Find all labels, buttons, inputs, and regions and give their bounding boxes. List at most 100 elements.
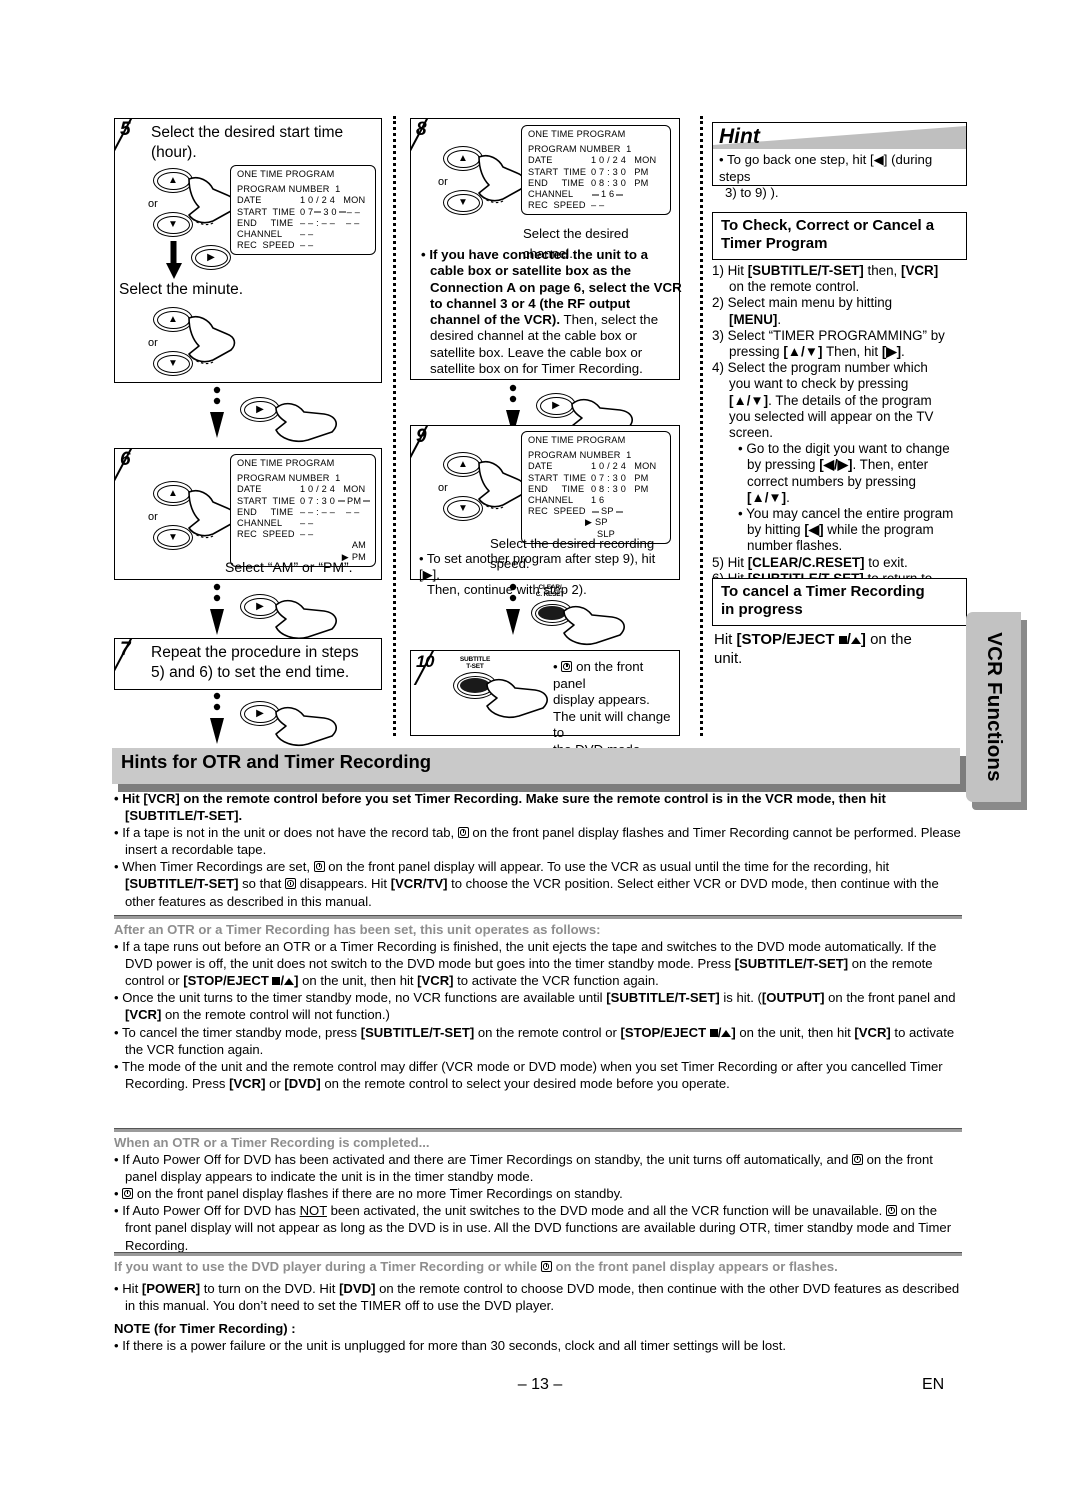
clock-icon bbox=[122, 1188, 134, 1200]
osd-start-time-label: START TIME bbox=[237, 495, 296, 506]
dvd-during-heading: If you want to use the DVD player during… bbox=[114, 1259, 838, 1274]
clock-icon bbox=[457, 827, 469, 839]
check-list-item-5: 5) Hit [CLEAR/C.RESET] to exit. bbox=[712, 554, 908, 570]
cancel-heading-line2: in progress bbox=[721, 601, 803, 618]
osd-channel-label: CHANNEL bbox=[237, 229, 283, 240]
osd-channel-value-flashing: 1 6 bbox=[601, 189, 615, 200]
clear-reset-label-line1: CLEAR/ bbox=[538, 584, 562, 591]
step-7-number: 7 bbox=[120, 639, 131, 660]
completed-heading: When an OTR or a Timer Recording is comp… bbox=[114, 1135, 430, 1150]
osd-start-hour: 0 7 bbox=[300, 206, 314, 217]
osd-program-number-label: PROGRAM NUMBER bbox=[528, 450, 621, 461]
hand-pointer-icon-after-7 bbox=[275, 706, 337, 747]
stop-square-icon bbox=[838, 636, 847, 644]
osd-screen-step5: ONE TIME PROGRAM PROGRAM NUMBER 1 DATE 1 … bbox=[230, 165, 376, 256]
osd-end-time-row: END TIME – – : – – – – bbox=[237, 218, 370, 229]
triangle-right-icon: ▶ bbox=[552, 399, 560, 411]
after-bullet-1: • If a tape runs out before an OTR or a … bbox=[114, 939, 937, 989]
triangle-down-icon: ▼ bbox=[168, 531, 178, 543]
step-9-note-line1: • To set another program after step 9), … bbox=[419, 551, 656, 582]
osd-rec-speed-row: REC SPEED SP bbox=[528, 506, 665, 517]
triangle-down-icon: ▼ bbox=[168, 218, 178, 230]
triangle-right-icon: ▶ bbox=[256, 403, 264, 415]
clock-icon bbox=[561, 661, 573, 672]
completed-bullet-2: • on the front panel display flashes if … bbox=[114, 1186, 623, 1202]
osd-end-time-label: END TIME bbox=[237, 217, 294, 228]
osd-start-time-label: START TIME bbox=[528, 472, 587, 483]
cancel-body-line1: Hit [STOP/EJECT /] on the bbox=[714, 631, 912, 648]
note-heading: NOTE (for Timer Recording) : bbox=[114, 1321, 296, 1337]
hand-pointer-icon-5-to-6 bbox=[275, 402, 337, 443]
hints-bullet-2: • If a tape is not in the unit or does n… bbox=[114, 825, 961, 858]
osd-start-time-value: 0 7 : 3 0 PM bbox=[591, 166, 649, 177]
subtitle-tset-button-label: SUBTITLE T-SET bbox=[447, 656, 503, 670]
step-5-box: 5 Select the desired start time (hour). … bbox=[114, 118, 382, 383]
hint-box: Hint • To go back one step, hit [◀] (dur… bbox=[712, 122, 967, 200]
check-correct-cancel-heading: To Check, Correct or Cancel a Timer Prog… bbox=[712, 212, 967, 260]
connector-dots-arrow-after-7 bbox=[210, 692, 224, 744]
osd-start-time-label: START TIME bbox=[237, 206, 296, 217]
divider-rule-2 bbox=[114, 1128, 962, 1132]
right-button-step5[interactable]: ▶ bbox=[191, 245, 231, 270]
side-tab-vcr-functions: VCR Functions bbox=[966, 612, 1021, 802]
osd-channel-row: CHANNEL – – bbox=[237, 518, 370, 529]
osd-option-pm: PM bbox=[351, 551, 366, 562]
step-5-number: 5 bbox=[120, 119, 131, 140]
eject-triangle-icon bbox=[721, 1029, 732, 1037]
osd-option-am: AM bbox=[351, 540, 366, 551]
step-9-number: 9 bbox=[416, 426, 427, 447]
step-5-minute-instruction: Select the minute. bbox=[119, 281, 244, 298]
osd-rec-speed-label: REC SPEED bbox=[237, 240, 295, 251]
osd-end-time-row: END TIME 0 8 : 3 0 PM bbox=[528, 178, 665, 189]
check-list-item-1: 1) Hit [SUBTITLE/T-SET] then, [VCR] on th… bbox=[712, 263, 939, 295]
triangle-down-icon: ▼ bbox=[458, 196, 468, 208]
osd-screen-step6: ONE TIME PROGRAM PROGRAM NUMBER 1 DATE 1 … bbox=[230, 454, 376, 567]
triangle-up-icon: ▲ bbox=[168, 487, 178, 499]
cancel-timer-recording-body: Hit [STOP/EJECT /] on the unit. bbox=[714, 630, 972, 668]
osd-channel-label: CHANNEL bbox=[528, 189, 574, 200]
divider-rule-3 bbox=[114, 1252, 962, 1256]
triangle-down-icon: ▼ bbox=[168, 357, 178, 369]
clock-icon bbox=[313, 861, 325, 873]
check-list-subitem-1: • Go to the digit you want to change by p… bbox=[738, 441, 950, 505]
osd-option-sp: SP bbox=[595, 517, 608, 528]
completed-bullet-3: • If Auto Power Off for DVD has NOT been… bbox=[114, 1203, 952, 1253]
or-label-step8: or bbox=[438, 176, 448, 188]
or-label-step9: or bbox=[438, 482, 448, 494]
column-separator-left bbox=[393, 116, 396, 736]
hint-line1: • To go back one step, hit [◀] (during s… bbox=[719, 152, 933, 184]
note-bullet: • If there is a power failure or the uni… bbox=[114, 1338, 786, 1354]
or-label-step5-minute: or bbox=[148, 337, 158, 349]
osd-start-time-row: START TIME 0 7 : 3 0 PM bbox=[528, 167, 665, 178]
check-correct-cancel-list: 1) Hit [SUBTITLE/T-SET] then, [VCR] on th… bbox=[712, 263, 970, 603]
osd-program-number-label: PROGRAM NUMBER bbox=[528, 144, 621, 155]
osd-start-minute-flashing: 3 0 bbox=[323, 206, 337, 217]
osd-program-number-value: 1 bbox=[335, 184, 341, 195]
step-7-instruction-line1: Repeat the procedure in steps bbox=[151, 644, 359, 661]
hints-bullets-group2: After an OTR or a Timer Recording has be… bbox=[114, 921, 962, 1092]
check-heading-line1: To Check, Correct or Cancel a bbox=[721, 217, 935, 234]
triangle-right-icon: ▶ bbox=[207, 251, 215, 263]
hints-bullets-group4: If you want to use the DVD player during… bbox=[114, 1258, 962, 1354]
check-heading-line2: Timer Program bbox=[721, 235, 828, 252]
step-8-note: • If you have connected the unit to a ca… bbox=[421, 247, 682, 377]
osd-end-time-label: END TIME bbox=[528, 177, 585, 188]
osd-program-number-row: PROGRAM NUMBER 1 bbox=[237, 473, 370, 484]
osd-title: ONE TIME PROGRAM bbox=[528, 435, 626, 445]
check-list-item-2: 2) Select main menu by hitting [MENU]. bbox=[712, 295, 893, 327]
osd-date-value: 1 0 / 2 4 MON bbox=[591, 155, 657, 166]
clock-icon bbox=[285, 878, 297, 890]
triangle-right-icon: ▶ bbox=[256, 707, 264, 719]
subtitle-tset-label-line1: SUBTITLE bbox=[459, 656, 491, 663]
down-arrow-step5 bbox=[166, 241, 182, 279]
osd-date-label: DATE bbox=[237, 484, 262, 495]
osd-end-time-row: END TIME – – : – – – – bbox=[237, 507, 370, 518]
step-10-text-line2: display appears. bbox=[553, 692, 650, 707]
osd-date-row: DATE 1 0 / 2 4 MON bbox=[528, 461, 665, 472]
osd-program-number-value: 1 bbox=[626, 144, 632, 155]
hints-section-title: Hints for OTR and Timer Recording bbox=[121, 751, 432, 772]
triangle-up-icon: ▲ bbox=[168, 313, 178, 325]
osd-channel-value: – – bbox=[300, 229, 314, 240]
osd-program-number-row: PROGRAM NUMBER 1 bbox=[528, 450, 665, 461]
triangle-up-icon: ▲ bbox=[168, 174, 178, 186]
